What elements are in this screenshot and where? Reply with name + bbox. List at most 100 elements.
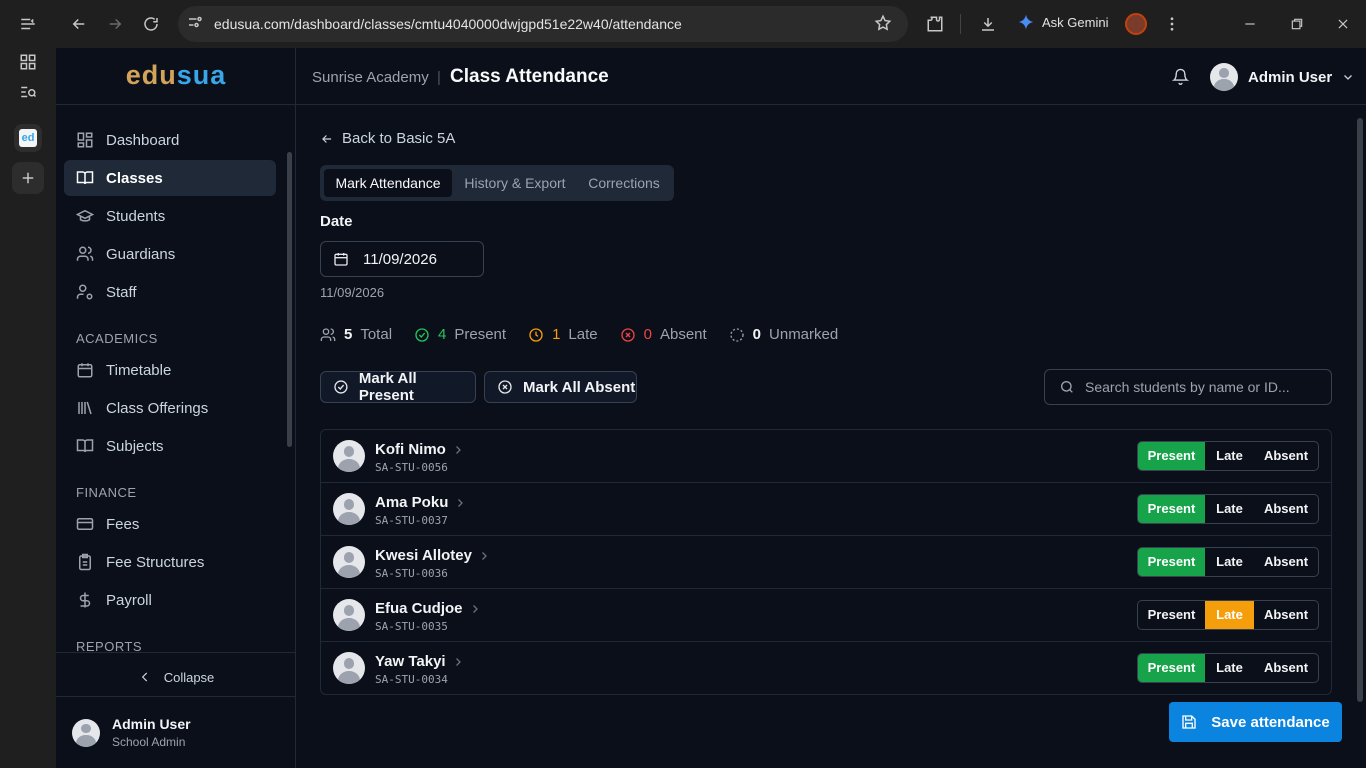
status-late-button[interactable]: Late (1205, 442, 1254, 470)
status-late-button[interactable]: Late (1205, 654, 1254, 682)
status-absent-button[interactable]: Absent (1254, 442, 1318, 470)
breadcrumb-school[interactable]: Sunrise Academy (312, 69, 429, 86)
sidebar-item-label: Classes (106, 169, 163, 187)
sidebar-item-guardians[interactable]: Guardians (64, 236, 276, 272)
table-row: Kwesi Allotey SA-STU-0036 Present Late A… (321, 536, 1331, 589)
back-link[interactable]: Back to Basic 5A (320, 130, 455, 147)
collapse-label: Collapse (163, 669, 215, 685)
collapse-sidebar-button[interactable]: Collapse (56, 662, 296, 692)
close-window-icon[interactable] (1331, 12, 1355, 36)
sidebar-item-students[interactable]: Students (64, 198, 276, 234)
sidebar-divider (56, 104, 296, 105)
download-icon[interactable] (976, 12, 1000, 36)
gemini-sparkle-icon (1018, 14, 1034, 30)
minimize-icon[interactable] (1238, 12, 1262, 36)
sidebar-item-payroll[interactable]: Payroll (64, 582, 276, 618)
calendar-icon (334, 253, 348, 266)
stat-total: 5 Total (320, 326, 392, 343)
graduation-cap-icon (76, 209, 94, 222)
tab-list-icon[interactable] (12, 8, 44, 40)
search-icon (1061, 381, 1073, 393)
sidebar-item-fees[interactable]: Fees (64, 506, 276, 542)
chevron-right-icon (458, 498, 464, 507)
save-attendance-button[interactable]: Save attendance (1169, 702, 1342, 742)
site-info-icon[interactable] (186, 13, 208, 35)
profile-avatar-icon[interactable] (1125, 13, 1147, 35)
mark-all-present-label: Mark All Present (358, 370, 417, 404)
browser-menu-icon[interactable] (1160, 12, 1184, 36)
student-id: SA-STU-0036 (375, 567, 448, 580)
status-absent-button[interactable]: Absent (1254, 548, 1318, 576)
student-search[interactable] (1044, 369, 1332, 405)
bookmark-star-icon[interactable] (874, 14, 892, 32)
sidebar-item-subjects[interactable]: Subjects (64, 428, 276, 464)
status-late-button[interactable]: Late (1205, 601, 1254, 629)
chevron-down-icon (1344, 75, 1353, 80)
sidebar-item-dashboard[interactable]: Dashboard (64, 122, 276, 158)
check-circle-icon (415, 327, 429, 342)
ask-gemini-button[interactable]: Ask Gemini (1018, 14, 1108, 30)
sidebar-item-staff[interactable]: Staff (64, 274, 276, 310)
breadcrumb-separator: | (437, 69, 441, 86)
sidebar-item-classes[interactable]: Classes (64, 160, 276, 196)
back-arrow-icon[interactable] (67, 12, 91, 36)
avatar (333, 599, 365, 631)
extensions-icon[interactable] (923, 12, 947, 36)
status-present-button[interactable]: Present (1138, 601, 1205, 629)
student-name-link[interactable]: Yaw Takyi (375, 653, 464, 670)
sidebar-section-finance: FINANCE (76, 485, 137, 500)
edusua-tab[interactable]: ed (14, 124, 42, 152)
status-present-button[interactable]: Present (1138, 654, 1205, 682)
status-absent-button[interactable]: Absent (1254, 601, 1318, 629)
status-toggle: Present Late Absent (1137, 494, 1319, 524)
tab-search-icon[interactable] (12, 76, 44, 108)
user-menu-button[interactable]: Admin User (1210, 63, 1354, 91)
date-picker-button[interactable]: 11/09/2026 (320, 241, 484, 277)
status-present-button[interactable]: Present (1138, 495, 1205, 523)
stat-late-label: Late (568, 326, 598, 343)
page-title: Class Attendance (450, 66, 609, 87)
student-name-link[interactable]: Efua Cudjoe (375, 600, 481, 617)
sidebar-scrollbar[interactable] (287, 152, 292, 447)
address-bar[interactable]: edusua.com/dashboard/classes/cmtu4040000… (178, 6, 908, 42)
restore-icon[interactable] (1285, 12, 1309, 36)
status-present-button[interactable]: Present (1138, 548, 1205, 576)
chevron-right-icon (482, 551, 487, 560)
forward-arrow-icon[interactable] (103, 12, 127, 36)
status-absent-button[interactable]: Absent (1254, 654, 1318, 682)
status-absent-button[interactable]: Absent (1254, 495, 1318, 523)
status-toggle: Present Late Absent (1137, 547, 1319, 577)
clock-icon (529, 327, 543, 342)
reload-icon[interactable] (139, 12, 163, 36)
stat-present: 4 Present (414, 326, 506, 343)
url-text[interactable]: edusua.com/dashboard/classes/cmtu4040000… (214, 16, 682, 32)
sidebar-user-card[interactable]: Admin User School Admin (72, 716, 191, 749)
tab-corrections[interactable]: Corrections (578, 169, 670, 197)
tab-mark-attendance[interactable]: Mark Attendance (324, 169, 452, 197)
status-late-button[interactable]: Late (1205, 495, 1254, 523)
book-icon (76, 439, 94, 453)
student-name-link[interactable]: Ama Poku (375, 494, 466, 511)
sidebar-item-label: Timetable (106, 361, 172, 379)
student-name-link[interactable]: Kofi Nimo (375, 441, 464, 458)
new-tab-button[interactable] (12, 162, 44, 194)
sidebar-item-class-offerings[interactable]: Class Offerings (64, 390, 276, 426)
notifications-button[interactable] (1172, 68, 1189, 85)
sidebar-item-fee-structures[interactable]: Fee Structures (64, 544, 276, 580)
status-present-button[interactable]: Present (1138, 442, 1205, 470)
browser-side-rail: ed (0, 0, 56, 768)
student-name-link[interactable]: Kwesi Allotey (375, 547, 490, 564)
sidebar-user-role: School Admin (112, 735, 186, 749)
mark-all-absent-button[interactable]: Mark All Absent (484, 371, 637, 403)
sidebar-item-label: Students (106, 207, 166, 225)
status-late-button[interactable]: Late (1205, 548, 1254, 576)
search-input[interactable] (1085, 379, 1315, 395)
main-scrollbar[interactable] (1357, 118, 1363, 702)
sidebar-item-timetable[interactable]: Timetable (64, 352, 276, 388)
users-icon (76, 246, 94, 261)
edusua-logo[interactable]: edusua (56, 60, 296, 91)
tab-groups-icon[interactable] (12, 46, 44, 78)
mark-all-present-button[interactable]: Mark All Present (320, 370, 476, 404)
tab-history-export[interactable]: History & Export (454, 169, 576, 197)
chevron-right-icon (472, 604, 478, 613)
